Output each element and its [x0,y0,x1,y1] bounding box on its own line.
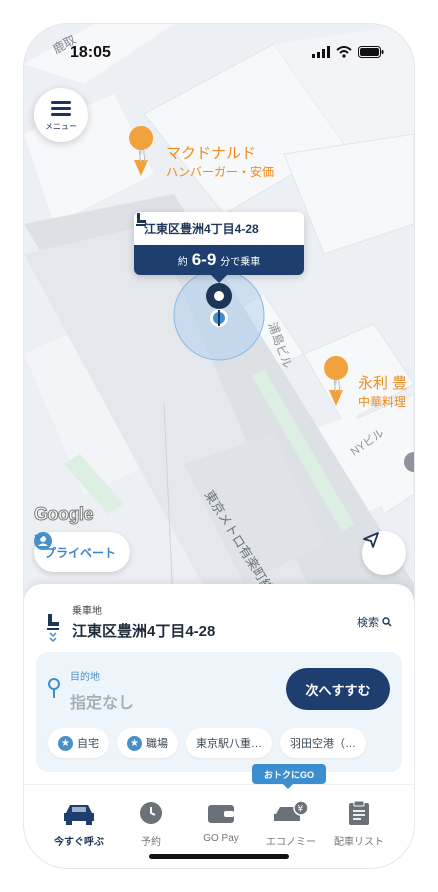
tab-reservation[interactable]: 予約 [112,799,190,848]
chip-label: 羽田空港（… [290,738,356,750]
pickup-address: 江東区豊洲4丁目4-28 [72,623,216,640]
next-button[interactable]: 次へすすむ [286,668,390,710]
pickup-bubble-address: 江東区豊洲4丁目4-28 [144,222,259,236]
menu-label: メニュー [45,122,77,131]
pickup-bubble[interactable]: 江東区豊洲4丁目4-28 約 6-9 分で乗車 [134,212,304,283]
tab-label: GO Pay [203,833,239,844]
status-time: 18:05 [70,44,111,61]
eta-suffix: 分で乗車 [220,256,261,268]
chip-label: 職場 [146,738,168,750]
eta-prefix: 約 [177,256,188,268]
tab-call-now[interactable]: 今すぐ呼ぶ [40,799,118,848]
current-location-button[interactable] [362,531,406,575]
economy-car-icon: ¥ [274,800,309,821]
menu-button[interactable]: メニュー [34,88,88,142]
chip-label: 自宅 [77,738,99,750]
wallet-icon [208,805,234,823]
star-icon: ★ [58,735,73,751]
pickup-location-row[interactable]: 乗車地 江東区豊洲4丁目4-28 [44,602,215,642]
destination-field[interactable]: 目的地 指定なし [70,668,134,713]
poi-category: 中華料理 [358,395,407,409]
tab-label: 予約 [141,837,161,848]
poi-name: 永利 豊 [358,375,408,392]
promo-badge: おトクにGO [252,764,326,789]
tab-economy[interactable]: ¥ エコノミー [252,799,330,848]
svg-text:🍴: 🍴 [135,148,150,162]
poi-chinese-restaurant[interactable]: 永利 豊 中華料理 [358,372,407,410]
car-icon [64,805,94,825]
google-attribution: Google [34,504,95,525]
search-label: 検索 [357,617,379,629]
clipboard-icon [349,800,369,825]
chip-work[interactable]: ★ 職場 [117,728,178,758]
poi-mcdonalds[interactable]: マクドナルド ハンバーガー・安価 [166,142,274,180]
chevron-down-icon [34,534,44,541]
search-button[interactable]: 検索 [357,614,392,630]
tab-go-pay[interactable]: GO Pay [182,799,260,844]
cellular-signal-icon [312,46,330,58]
eta-value: 6-9 [191,250,217,269]
tab-label: 今すぐ呼ぶ [54,837,104,848]
navigation-arrow-icon [363,532,379,548]
chip-haneda-airport[interactable]: 羽田空港（… [280,728,366,758]
private-mode-selector[interactable]: プライベート [34,532,131,572]
map-pin-icon [48,678,60,698]
seat-icon [136,213,146,226]
destination-value: 指定なし [70,695,135,712]
chip-tokyo-station[interactable]: 東京駅八重… [186,728,272,758]
private-mode-label: プライベート [44,545,117,560]
chip-label: 東京駅八重… [196,738,262,750]
battery-icon [358,46,384,58]
destination-panel: 目的地 指定なし 次へすすむ ★ 自宅 ★ 職場 東京駅八重… 羽田空港（… [36,652,402,772]
eta: 約 6-9 分で乗車 [134,245,304,275]
tab-ride-list[interactable]: 配車リスト [320,799,398,848]
ride-request-sheet: 乗車地 江東区豊洲4丁目4-28 検索 目的地 指定なし 次へすすむ ★ 自宅 … [24,584,414,784]
svg-text:¥: ¥ [298,805,304,815]
star-icon: ★ [127,735,142,751]
phone-screen: 鹿取 浦島ビル NYビル 東京メトロ有楽町線 🍴 🍴 マクドナルド ハンバーガー… [24,24,414,868]
destination-label: 目的地 [70,672,100,683]
clock-icon [140,802,162,824]
status-bar: 18:05 [24,24,414,78]
svg-text:🍴: 🍴 [330,378,345,392]
shortcut-chips: ★ 自宅 ★ 職場 東京駅八重… 羽田空港（… [48,728,366,758]
poi-category: ハンバーガー・安価 [166,165,275,179]
poi-name: マクドナルド [166,145,257,162]
pickup-label: 乗車地 [72,606,102,617]
seat-icon [47,614,59,642]
tab-label: エコノミー [266,837,316,848]
chip-home[interactable]: ★ 自宅 [48,728,109,758]
tab-label: 配車リスト [334,837,384,848]
hamburger-icon [51,98,71,119]
search-icon [382,617,392,627]
wifi-icon [336,46,352,58]
home-indicator [149,854,289,859]
